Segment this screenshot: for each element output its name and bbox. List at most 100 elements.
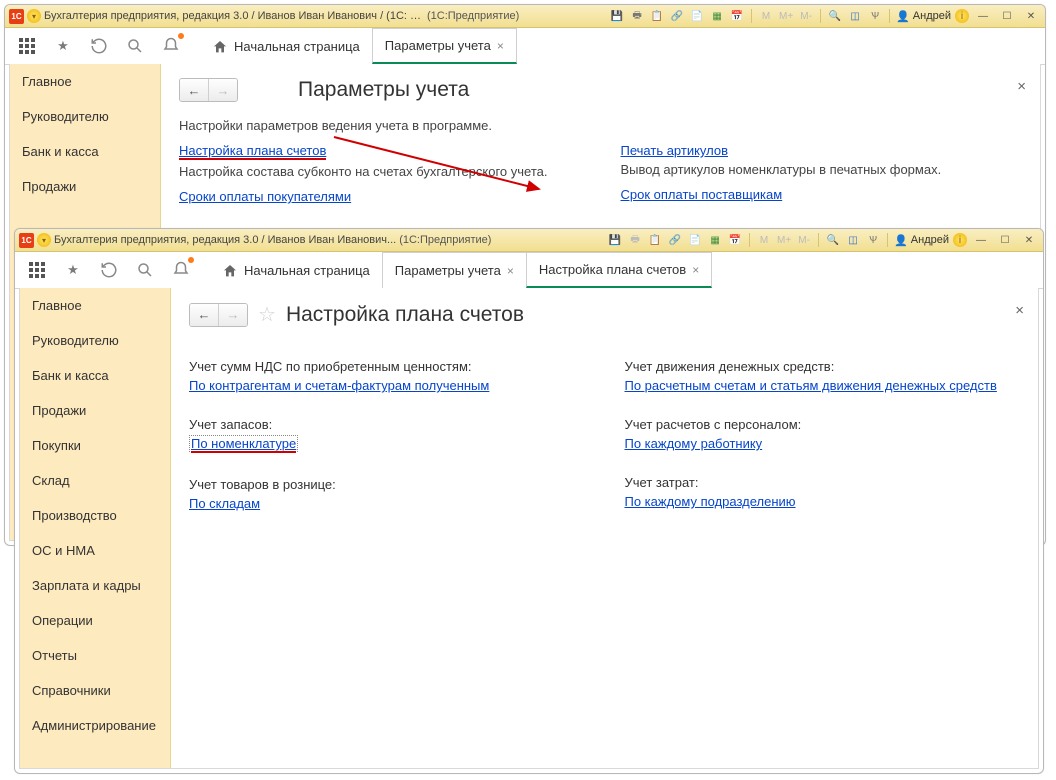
- close-button[interactable]: ✕: [1021, 8, 1041, 24]
- history-icon[interactable]: [85, 32, 113, 60]
- sidebar-item[interactable]: Справочники: [20, 673, 170, 708]
- page-close-icon[interactable]: ×: [1017, 78, 1026, 95]
- print-icon[interactable]: 🖶: [629, 8, 645, 24]
- tool-icon[interactable]: Ѱ: [865, 232, 881, 248]
- maximize-button[interactable]: ☐: [997, 8, 1017, 24]
- tool-icon[interactable]: Ѱ: [867, 8, 883, 24]
- mminus-icon[interactable]: M-: [796, 232, 812, 248]
- copy-icon[interactable]: 📋: [649, 8, 665, 24]
- search-icon[interactable]: [131, 256, 159, 284]
- user-badge[interactable]: 👤Андрей: [894, 234, 949, 247]
- tab-home[interactable]: Начальная страница: [199, 28, 373, 64]
- link-supplier-terms[interactable]: Срок оплаты поставщикам: [621, 187, 783, 202]
- link-vat[interactable]: По контрагентам и счетам-фактурам получе…: [189, 378, 489, 393]
- calendar-icon[interactable]: 📅: [729, 8, 745, 24]
- tab-params[interactable]: Параметры учета ×: [382, 252, 527, 288]
- zoom-icon[interactable]: 🔍: [825, 232, 841, 248]
- separator: [889, 9, 890, 23]
- doc-icon[interactable]: 📄: [689, 8, 705, 24]
- info-icon[interactable]: i: [955, 9, 969, 23]
- m-icon[interactable]: M: [758, 8, 774, 24]
- calc-icon[interactable]: ▦: [709, 8, 725, 24]
- link-customer-terms[interactable]: Сроки оплаты покупателями: [179, 189, 351, 204]
- save-icon[interactable]: 💾: [607, 232, 623, 248]
- tab-close-icon[interactable]: ×: [692, 263, 699, 277]
- sidebar-item[interactable]: Операции: [20, 603, 170, 638]
- zoom-icon[interactable]: 🔍: [827, 8, 843, 24]
- history-icon[interactable]: [95, 256, 123, 284]
- link-print-articles[interactable]: Печать артикулов: [621, 143, 729, 158]
- back-button[interactable]: ←: [180, 79, 208, 101]
- link-icon[interactable]: 🔗: [669, 8, 685, 24]
- sidebar-item[interactable]: Руководителю: [10, 99, 160, 134]
- copy-icon[interactable]: 📋: [647, 232, 663, 248]
- mminus-icon[interactable]: M-: [798, 8, 814, 24]
- sidebar-item[interactable]: Склад: [20, 463, 170, 498]
- dropdown-icon[interactable]: ▾: [27, 9, 41, 23]
- sidebar-item[interactable]: Главное: [10, 64, 160, 99]
- tab-chart-settings[interactable]: Настройка плана счетов ×: [526, 252, 712, 288]
- apps-icon[interactable]: [13, 32, 41, 60]
- sidebar-item[interactable]: Покупки: [20, 428, 170, 463]
- minimize-button[interactable]: —: [973, 8, 993, 24]
- bell-icon[interactable]: [167, 256, 195, 284]
- star-icon[interactable]: ★: [49, 32, 77, 60]
- page-close-icon[interactable]: ×: [1015, 302, 1024, 319]
- sidebar-item[interactable]: Главное: [20, 288, 170, 323]
- section-label: Учет затрат:: [625, 475, 1021, 490]
- nav-buttons: ← →: [179, 78, 238, 102]
- sidebar-item[interactable]: Администрирование: [20, 708, 170, 743]
- mplus-icon[interactable]: M+: [776, 232, 792, 248]
- link-costs[interactable]: По каждому подразделению: [625, 494, 796, 509]
- bell-icon[interactable]: [157, 32, 185, 60]
- m-icon[interactable]: M: [756, 232, 772, 248]
- link-retail[interactable]: По складам: [189, 496, 260, 511]
- user-badge[interactable]: 👤Андрей: [896, 10, 951, 23]
- link-chart-of-accounts[interactable]: Настройка плана счетов: [179, 143, 326, 160]
- minimize-button[interactable]: —: [971, 232, 991, 248]
- doc-icon[interactable]: 📄: [687, 232, 703, 248]
- sidebar-item[interactable]: Продажи: [10, 169, 160, 204]
- link-payroll[interactable]: По каждому работнику: [625, 436, 763, 451]
- forward-button[interactable]: →: [218, 304, 247, 326]
- sidebar-item[interactable]: Отчеты: [20, 638, 170, 673]
- mplus-icon[interactable]: M+: [778, 8, 794, 24]
- apps-icon[interactable]: [23, 256, 51, 284]
- user-icon: 👤: [894, 234, 908, 247]
- link-icon[interactable]: 🔗: [667, 232, 683, 248]
- star-icon[interactable]: ★: [59, 256, 87, 284]
- tab-label: Начальная страница: [244, 263, 370, 278]
- sidebar-item[interactable]: Банк и касса: [20, 358, 170, 393]
- tab-close-icon[interactable]: ×: [497, 39, 504, 53]
- search-icon[interactable]: [121, 32, 149, 60]
- tab-home[interactable]: Начальная страница: [209, 252, 383, 288]
- tab-close-icon[interactable]: ×: [507, 264, 514, 278]
- link-inventory-focused[interactable]: По номенклатуре: [189, 435, 298, 452]
- tabbar: Начальная страница Параметры учета ×: [199, 28, 516, 64]
- logo-1c-icon: 1C: [19, 233, 34, 248]
- print-icon[interactable]: 🖶: [627, 232, 643, 248]
- dropdown-icon[interactable]: ▾: [37, 233, 51, 247]
- calc-icon[interactable]: ▦: [707, 232, 723, 248]
- link-cashflow[interactable]: По расчетным счетам и статьям движения д…: [625, 378, 997, 393]
- panel-icon[interactable]: ◫: [847, 8, 863, 24]
- close-button[interactable]: ✕: [1019, 232, 1039, 248]
- back-button[interactable]: ←: [190, 304, 218, 326]
- info-icon[interactable]: i: [953, 233, 967, 247]
- forward-button[interactable]: →: [208, 79, 237, 101]
- maximize-button[interactable]: ☐: [995, 232, 1015, 248]
- app-suffix: (1С:Предприятие): [427, 10, 519, 22]
- sidebar-item[interactable]: Зарплата и кадры: [20, 568, 170, 603]
- save-icon[interactable]: 💾: [609, 8, 625, 24]
- sidebar-item[interactable]: Руководителю: [20, 323, 170, 358]
- tab-params[interactable]: Параметры учета ×: [372, 28, 517, 64]
- panel-icon[interactable]: ◫: [845, 232, 861, 248]
- titlebar[interactable]: 1C ▾ Бухгалтерия предприятия, редакция 3…: [15, 229, 1043, 252]
- favorite-icon[interactable]: ☆: [258, 302, 276, 327]
- sidebar-item[interactable]: ОС и НМА: [20, 533, 170, 568]
- sidebar-item[interactable]: Производство: [20, 498, 170, 533]
- calendar-icon[interactable]: 📅: [727, 232, 743, 248]
- sidebar-item[interactable]: Банк и касса: [10, 134, 160, 169]
- sidebar-item[interactable]: Продажи: [20, 393, 170, 428]
- titlebar[interactable]: 1C ▾ Бухгалтерия предприятия, редакция 3…: [5, 5, 1045, 28]
